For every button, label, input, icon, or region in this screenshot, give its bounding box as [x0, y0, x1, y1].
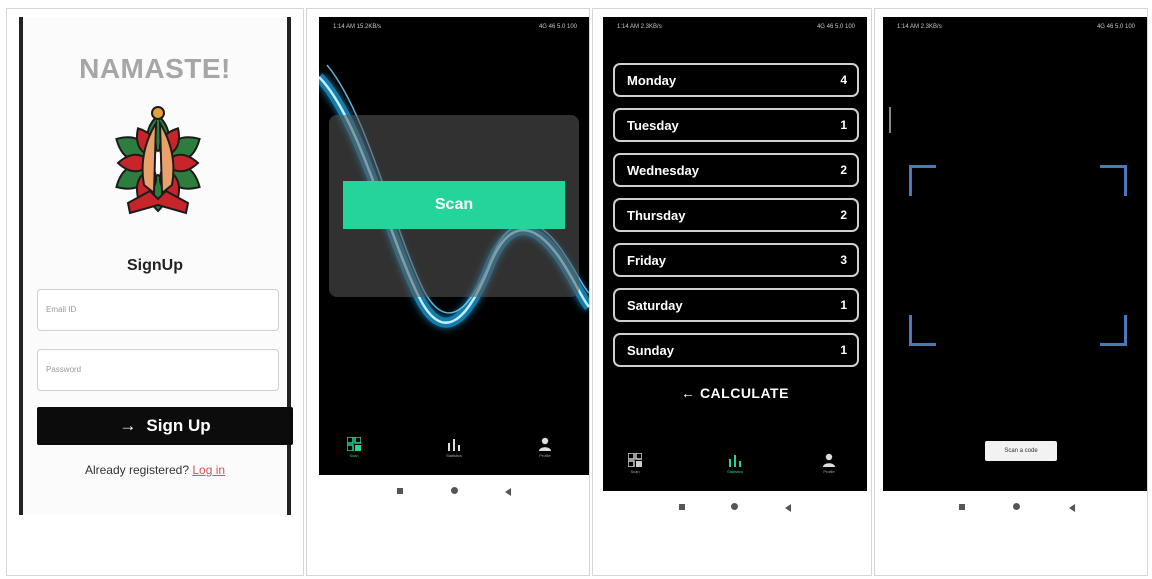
day-count: 2	[840, 163, 847, 177]
back-icon[interactable]	[1069, 504, 1075, 512]
day-name: Sunday	[627, 343, 674, 358]
recent-apps-icon[interactable]	[959, 504, 965, 510]
qr-code-icon	[628, 453, 642, 467]
scan-button[interactable]: Scan	[343, 181, 565, 229]
arrow-right-icon: →	[119, 416, 137, 435]
nav-scan[interactable]: Scan	[324, 437, 384, 458]
days-panel: 1:14 AM 2.3KB/s 4G 46 5.0 100 Monday 4 T…	[592, 8, 872, 576]
already-registered-text: Already registered? Log in	[23, 463, 287, 477]
status-time: 1:14 AM 2.3KB/s	[897, 24, 942, 30]
day-count: 2	[840, 208, 847, 222]
android-nav-bar	[603, 491, 867, 525]
nav-profile-label: Profile	[539, 453, 551, 458]
nav-profile[interactable]: Profile	[515, 437, 575, 458]
signup-button-label: Sign Up	[146, 416, 211, 435]
arrow-left-icon: ←	[681, 385, 696, 401]
camera-screen: 1:14 AM 2.3KB/s 4G 46 5.0 100 Scan a cod…	[883, 17, 1147, 491]
scroll-indicator	[889, 107, 891, 133]
calculate-label: CALCULATE	[699, 385, 789, 401]
day-count: 4	[840, 73, 847, 87]
day-row-sunday[interactable]: Sunday 1	[613, 333, 859, 367]
status-bar: 1:14 AM 2.3KB/s 4G 46 5.0 100	[883, 17, 1147, 37]
signup-panel: NAMASTE! SignUp Email ID Password → Sign…	[6, 8, 304, 576]
nav-statistics[interactable]: Statistics	[705, 453, 765, 474]
back-icon[interactable]	[505, 488, 511, 496]
signup-heading: SignUp	[127, 257, 183, 274]
namaste-hands-logo-icon	[115, 106, 201, 215]
day-row-thursday[interactable]: Thursday 2	[613, 198, 859, 232]
android-nav-bar	[319, 475, 589, 509]
camera-panel: 1:14 AM 2.3KB/s 4G 46 5.0 100 Scan a cod…	[874, 8, 1148, 576]
day-row-wednesday[interactable]: Wednesday 2	[613, 153, 859, 187]
recent-apps-icon[interactable]	[397, 488, 403, 494]
day-row-monday[interactable]: Monday 4	[613, 63, 859, 97]
day-name: Wednesday	[627, 163, 700, 178]
already-label: Already registered?	[84, 463, 189, 477]
person-icon	[823, 453, 835, 467]
calculate-button[interactable]: ← CALCULATE	[603, 385, 867, 401]
login-link[interactable]: Log in	[192, 463, 225, 477]
recent-apps-icon[interactable]	[679, 504, 685, 510]
day-row-friday[interactable]: Friday 3	[613, 243, 859, 277]
signup-screen: NAMASTE! SignUp Email ID Password → Sign…	[19, 17, 293, 515]
nav-statistics[interactable]: Statistics	[424, 437, 484, 458]
app-title: NAMASTE!	[79, 53, 231, 84]
status-indicators: 4G 46 5.0 100	[1096, 24, 1135, 30]
bottom-navigation: Scan Statistics Profile	[319, 431, 589, 475]
day-count: 1	[840, 118, 847, 132]
day-count: 1	[840, 343, 847, 357]
signup-button[interactable]: → Sign Up	[37, 407, 293, 445]
day-name: Friday	[627, 253, 667, 268]
nav-statistics-label: Statistics	[726, 469, 743, 474]
nav-profile-label: Profile	[823, 469, 835, 474]
day-count: 1	[840, 298, 847, 312]
day-name: Monday	[627, 73, 677, 88]
nav-statistics-label: Statistics	[445, 453, 462, 458]
scan-frame-corner-bottom-left	[909, 315, 936, 346]
password-field[interactable]: Password	[37, 349, 279, 391]
nav-scan-label: Scan	[349, 453, 359, 458]
day-name: Tuesday	[627, 118, 679, 133]
home-icon[interactable]	[731, 503, 738, 510]
email-field[interactable]: Email ID	[37, 289, 279, 331]
home-icon[interactable]	[1013, 503, 1020, 510]
status-indicators: 4G 46 5.0 100	[816, 24, 855, 30]
day-name: Thursday	[627, 208, 686, 223]
scan-frame-corner-top-right	[1100, 165, 1127, 196]
back-icon[interactable]	[785, 504, 791, 512]
bar-chart-icon	[448, 439, 460, 451]
person-icon	[539, 437, 551, 451]
nav-scan-label: Scan	[630, 469, 640, 474]
scan-frame-corner-bottom-right	[1100, 315, 1127, 346]
nav-profile[interactable]: Profile	[799, 453, 859, 474]
android-nav-bar	[883, 491, 1147, 525]
bar-chart-icon	[729, 455, 741, 467]
status-bar: 1:14 AM 2.3KB/s 4G 46 5.0 100	[603, 17, 867, 37]
bottom-navigation: Scan Statistics Profile	[603, 447, 867, 491]
scan-screen: 1:14 AM 15.2KB/s 4G 46 5.0 100 Scan Scan…	[319, 17, 589, 475]
days-screen: 1:14 AM 2.3KB/s 4G 46 5.0 100 Monday 4 T…	[603, 17, 867, 491]
day-count: 3	[840, 253, 847, 267]
qr-code-icon	[347, 437, 361, 451]
status-time: 1:14 AM 2.3KB/s	[617, 24, 662, 30]
home-icon[interactable]	[451, 487, 458, 494]
scan-panel: 1:14 AM 15.2KB/s 4G 46 5.0 100 Scan Scan…	[306, 8, 590, 576]
scan-frame-corner-top-left	[909, 165, 936, 196]
nav-scan[interactable]: Scan	[605, 453, 665, 474]
day-row-saturday[interactable]: Saturday 1	[613, 288, 859, 322]
day-name: Saturday	[627, 298, 683, 313]
scan-code-toast: Scan a code	[985, 441, 1057, 461]
day-row-tuesday[interactable]: Tuesday 1	[613, 108, 859, 142]
